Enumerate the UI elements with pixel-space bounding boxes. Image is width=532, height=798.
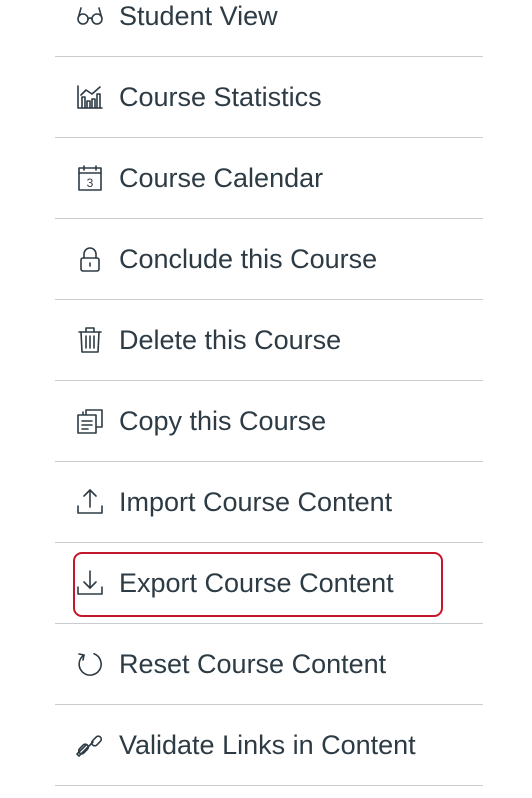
lock-icon [75,244,105,274]
delete-course-button[interactable]: Delete this Course [55,300,483,381]
import-course-content-link[interactable]: Import Course Content [55,462,483,543]
download-icon [75,568,105,598]
student-view-label: Student View [119,1,278,31]
conclude-course-button[interactable]: Conclude this Course [55,219,483,300]
copy-course-label: Copy this Course [119,406,327,436]
trash-icon [75,325,105,355]
course-statistics-link[interactable]: Course Statistics [55,57,483,138]
link-icon [75,730,105,760]
upload-icon [75,487,105,517]
course-calendar-link[interactable]: 3 Course Calendar [55,138,483,219]
calendar-day-text: 3 [87,176,94,190]
validate-links-label: Validate Links in Content [119,730,416,760]
course-calendar-label: Course Calendar [119,163,324,193]
course-settings-sidebar-menu: Student View Course Statistics 3 Course … [55,0,483,786]
course-statistics-label: Course Statistics [119,82,322,112]
glasses-icon [75,1,105,31]
bar-chart-icon [75,82,105,112]
validate-links-button[interactable]: Validate Links in Content [55,705,483,786]
reset-course-content-label: Reset Course Content [119,649,387,679]
reset-icon [75,649,105,679]
copy-icon [75,406,105,436]
delete-course-label: Delete this Course [119,325,342,355]
reset-course-content-button[interactable]: Reset Course Content [55,624,483,705]
calendar-icon: 3 [75,163,105,193]
copy-course-button[interactable]: Copy this Course [55,381,483,462]
import-course-content-label: Import Course Content [119,487,393,517]
export-course-content-label: Export Course Content [119,568,394,598]
export-course-content-link[interactable]: Export Course Content [55,543,483,624]
conclude-course-label: Conclude this Course [119,244,378,274]
student-view-button[interactable]: Student View [55,0,483,57]
